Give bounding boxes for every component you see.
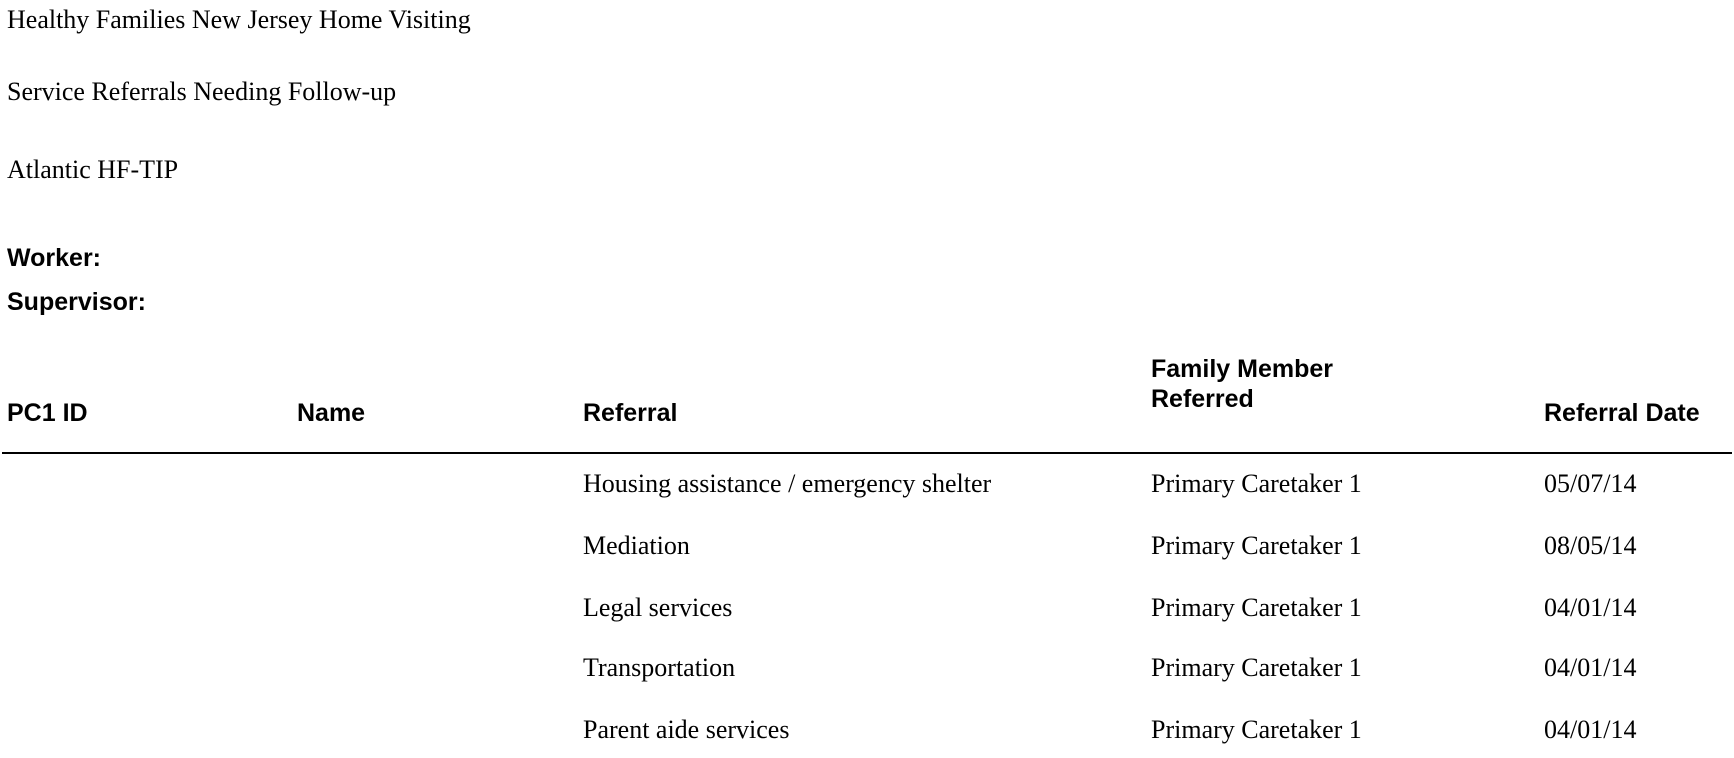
cell-referral: Mediation bbox=[583, 531, 690, 560]
cell-referral-date: 04/01/14 bbox=[1544, 715, 1637, 744]
worker-label: Worker: bbox=[7, 244, 102, 272]
program-name: Atlantic HF-TIP bbox=[7, 155, 179, 184]
report-title: Healthy Families New Jersey Home Visitin… bbox=[7, 5, 471, 34]
cell-family-member: Primary Caretaker 1 bbox=[1151, 653, 1362, 682]
cell-family-member: Primary Caretaker 1 bbox=[1151, 531, 1362, 560]
cell-referral: Legal services bbox=[583, 593, 733, 622]
column-header-pc1-id: PC1 ID bbox=[7, 399, 88, 427]
table-row: Parent aide services Primary Caretaker 1… bbox=[0, 715, 1734, 745]
column-header-referral: Referral bbox=[583, 399, 678, 427]
cell-referral-date: 04/01/14 bbox=[1544, 653, 1637, 682]
cell-family-member: Primary Caretaker 1 bbox=[1151, 469, 1362, 498]
cell-referral: Housing assistance / emergency shelter bbox=[583, 469, 992, 498]
cell-family-member: Primary Caretaker 1 bbox=[1151, 593, 1362, 622]
cell-referral-date: 04/01/14 bbox=[1544, 593, 1637, 622]
table-row: Housing assistance / emergency shelter P… bbox=[0, 469, 1734, 499]
table-row: Mediation Primary Caretaker 1 08/05/14 bbox=[0, 531, 1734, 561]
cell-referral-date: 08/05/14 bbox=[1544, 531, 1637, 560]
table-row: Legal services Primary Caretaker 1 04/01… bbox=[0, 593, 1734, 623]
column-header-family-member-referred: Family Member Referred bbox=[1151, 355, 1334, 413]
column-header-name: Name bbox=[297, 399, 366, 427]
cell-referral: Parent aide services bbox=[583, 715, 790, 744]
header-divider bbox=[2, 452, 1732, 454]
table-row: Transportation Primary Caretaker 1 04/01… bbox=[0, 653, 1734, 683]
supervisor-label: Supervisor: bbox=[7, 288, 146, 316]
column-header-referral-date: Referral Date bbox=[1544, 399, 1700, 427]
cell-referral-date: 05/07/14 bbox=[1544, 469, 1637, 498]
report-subtitle: Service Referrals Needing Follow-up bbox=[7, 77, 397, 106]
cell-family-member: Primary Caretaker 1 bbox=[1151, 715, 1362, 744]
cell-referral: Transportation bbox=[583, 653, 736, 682]
